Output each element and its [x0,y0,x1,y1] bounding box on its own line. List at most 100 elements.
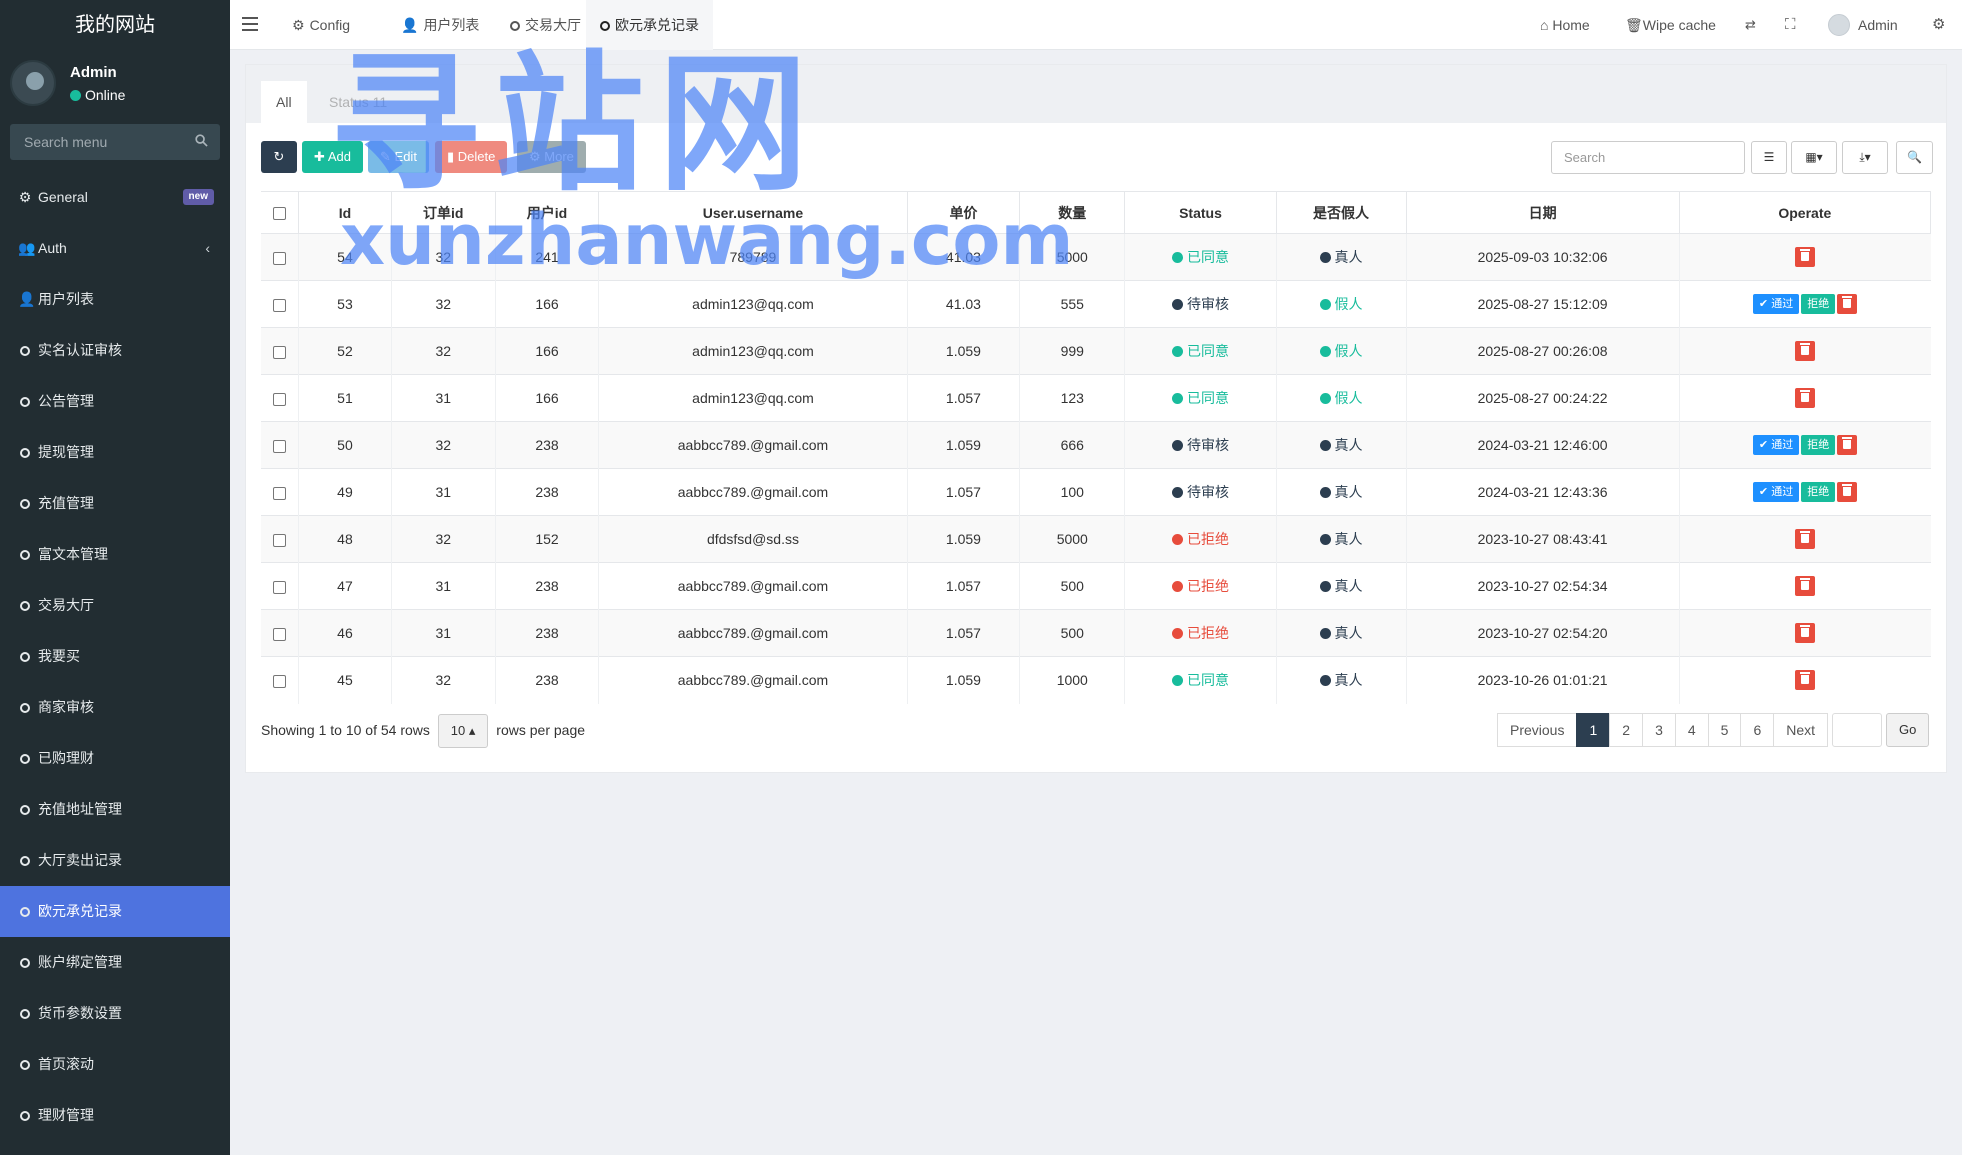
advanced-search-button[interactable]: 🔍 [1896,141,1933,174]
delete-row-button[interactable] [1795,529,1816,549]
approve-label: 通过 [1771,298,1794,310]
export-button[interactable]: ⤓▾ [1842,141,1888,174]
page-4-button[interactable]: 4 [1674,713,1709,747]
sidebar-item-14[interactable]: 欧元承兑记录 [0,886,230,937]
sidebar-item-label: 账户绑定管理 [38,954,122,970]
sidebar-item-8[interactable]: 交易大厅 [0,580,230,631]
refresh-button[interactable]: ↻ [261,141,297,173]
sidebar-item-2[interactable]: 👤 用户列表 [0,274,230,325]
row-checkbox[interactable] [273,251,287,265]
row-checkbox[interactable] [273,533,287,547]
delete-row-button[interactable] [1837,435,1858,455]
row-checkbox[interactable] [273,439,287,453]
tab-all[interactable]: All [261,81,307,123]
cell-operate [1678,515,1931,563]
add-label: Add [327,149,351,164]
sidebar-item-7[interactable]: 富文本管理 [0,529,230,580]
tab-user-list[interactable]: 👤 用户列表 [387,0,493,50]
page-1-button[interactable]: 1 [1576,713,1611,747]
col-quantity[interactable]: 数量 [1019,191,1126,234]
row-checkbox[interactable] [273,486,287,500]
delete-row-button[interactable] [1795,341,1816,361]
delete-row-button[interactable] [1795,247,1816,267]
tab-status-11[interactable]: Status 11 [314,81,402,123]
sidebar-item-11[interactable]: 已购理财 [0,733,230,784]
add-button[interactable]: ✚ Add [302,141,363,173]
col-order-id[interactable]: 订单id [390,191,496,234]
search-icon[interactable] [195,134,208,147]
row-checkbox[interactable] [273,580,287,594]
circle-icon [18,580,32,631]
delete-button[interactable]: ▮ Delete [435,141,508,173]
toggle-view-button[interactable]: ☰ [1751,141,1787,174]
sidebar-item-15[interactable]: 账户绑定管理 [0,937,230,988]
menu-toggle-icon[interactable] [242,17,258,31]
approve-button[interactable]: ✔ 通过 [1752,294,1800,314]
select-all-checkbox[interactable] [273,207,287,221]
home-link[interactable]: ⌂ Home [1540,0,1590,50]
cogs-icon: ⚙ [18,189,32,205]
delete-row-button[interactable] [1795,576,1816,596]
edit-button[interactable]: ✎ Edit [368,141,429,173]
page-3-button[interactable]: 3 [1642,713,1676,747]
tab-euro-records[interactable]: 欧元承兑记录 [586,0,713,50]
sidebar-item-9[interactable]: 我要买 [0,631,230,682]
col-status[interactable]: Status [1124,191,1277,234]
page-2-button[interactable]: 2 [1609,713,1644,747]
sidebar-item-3[interactable]: 实名认证审核 [0,325,230,376]
approve-button[interactable]: ✔ 通过 [1752,435,1800,455]
page-5-button[interactable]: 5 [1707,713,1742,747]
next-page-button[interactable]: Next [1773,713,1829,747]
row-checkbox[interactable] [273,345,287,359]
row-checkbox[interactable] [273,298,287,312]
sidebar-item-16[interactable]: 货币参数设置 [0,988,230,1039]
table-row: 45 32 238 aabbcc789.@gmail.com 1.059 1000 已同意 真… [261,656,1931,704]
col-id[interactable]: Id [298,191,392,234]
sidebar-item-18[interactable]: 理财管理 [0,1090,230,1141]
delete-row-button[interactable] [1837,482,1858,502]
table-search-input[interactable] [1552,142,1744,173]
goto-page-input[interactable] [1832,713,1883,747]
sidebar-item-0[interactable]: ⚙ General new [0,172,230,223]
go-button[interactable]: Go [1886,713,1930,747]
delete-row-button[interactable] [1795,623,1816,643]
sidebar-item-1[interactable]: 👥 Auth ‹ [0,223,230,274]
tab-config[interactable]: ⚙ Config [278,0,364,50]
sidebar-item-13[interactable]: 大厅卖出记录 [0,835,230,886]
row-checkbox[interactable] [273,392,287,406]
admin-menu[interactable]: Admin [1828,0,1898,50]
settings-gear-icon[interactable]: ⚙ [1932,0,1945,50]
more-button[interactable]: ⚙ More [517,141,586,173]
wipe-cache-button[interactable]: 🗑Wipe cache [1625,0,1716,50]
refuse-button[interactable]: 拒绝 [1801,482,1836,502]
refuse-button[interactable]: 拒绝 [1801,294,1836,314]
menu-search-input[interactable] [10,124,220,160]
page-6-button[interactable]: 6 [1740,713,1775,747]
delete-row-button[interactable] [1795,670,1816,691]
site-logo[interactable]: 我的网站 [0,0,230,50]
col-username[interactable]: User.username [598,191,908,234]
col-price[interactable]: 单价 [906,191,1021,234]
approve-button[interactable]: ✔ 通过 [1752,482,1800,502]
sidebar-item-12[interactable]: 充值地址管理 [0,784,230,835]
row-checkbox[interactable] [273,675,287,689]
sidebar-item-4[interactable]: 公告管理 [0,376,230,427]
row-checkbox[interactable] [273,627,287,641]
sidebar-item-17[interactable]: 首页滚动 [0,1039,230,1090]
col-fake[interactable]: 是否假人 [1275,191,1407,234]
col-user-id[interactable]: 用户id [494,191,600,234]
delete-row-button[interactable] [1795,388,1816,408]
refuse-button[interactable]: 拒绝 [1801,435,1836,455]
language-icon[interactable]: ⇄ [1745,0,1756,50]
delete-row-button[interactable] [1837,294,1858,314]
sidebar-item-6[interactable]: 充值管理 [0,478,230,529]
page-size-select[interactable]: 10 ▴ [437,714,489,749]
tab-trade-hall[interactable]: 交易大厅 [496,0,595,50]
fullscreen-icon[interactable]: ⛶ [1785,0,1796,50]
sidebar-item-5[interactable]: 提现管理 [0,427,230,478]
cell-username: dfdsfsd@sd.ss [598,515,908,563]
columns-button[interactable]: ▦▾ [1791,141,1837,174]
sidebar-item-10[interactable]: 商家审核 [0,682,230,733]
prev-page-button[interactable]: Previous [1497,713,1578,747]
col-date[interactable]: 日期 [1405,191,1680,234]
